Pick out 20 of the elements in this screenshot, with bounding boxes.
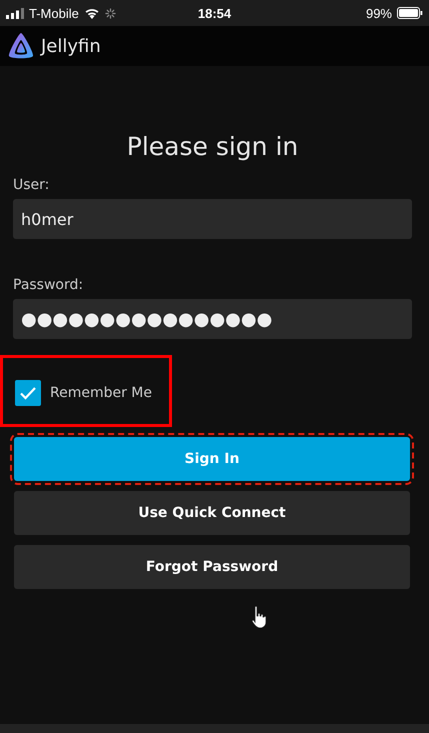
- carrier-name: T-Mobile: [29, 6, 79, 20]
- field-label: User:: [13, 177, 50, 193]
- input-field[interactable]: h0mer: [13, 199, 412, 239]
- checkmark-icon: [19, 386, 37, 400]
- field-label: Password:: [13, 277, 84, 293]
- checkbox-label: Remember Me: [50, 385, 152, 401]
- battery-percent: 99%: [366, 6, 392, 20]
- wifi-icon: [84, 7, 100, 19]
- hand-cursor-icon: [251, 606, 267, 628]
- action-button[interactable]: Use Quick Connect: [14, 491, 410, 535]
- clock-time: 18:54: [198, 6, 232, 20]
- input-field[interactable]: ●●●●●●●●●●●●●●●●: [13, 299, 412, 339]
- app-name: Jellyfin: [41, 36, 101, 56]
- logo-icon: [7, 32, 35, 60]
- loading-spinner-icon: [104, 8, 116, 18]
- signal-icon: [6, 8, 24, 18]
- battery-icon: [397, 7, 423, 19]
- action-button[interactable]: Forgot Password: [14, 545, 410, 589]
- page-title: Please sign in: [126, 132, 300, 161]
- checkbox[interactable]: [15, 380, 41, 406]
